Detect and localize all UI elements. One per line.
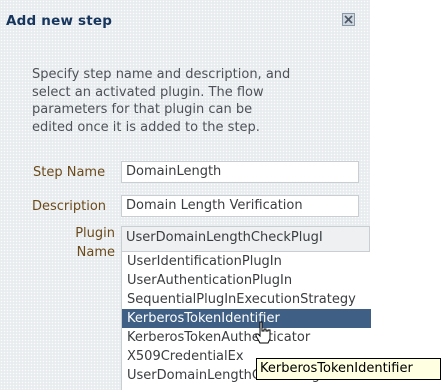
close-icon [344,15,353,24]
step-name-label: Step Name [33,165,106,180]
plugin-option-highlighted[interactable]: KerberosTokenIdentifier [122,309,371,328]
dialog-titlebar: Add new step [0,0,370,36]
plugin-option[interactable]: KerberosTokenAuthenticator [122,328,371,347]
step-name-input[interactable]: DomainLength [121,161,359,183]
description-input[interactable]: Domain Length Verification [121,195,359,217]
plugin-option[interactable]: UserAuthenticationPlugIn [122,271,371,290]
dialog-description: Specify step name and description, and s… [32,67,291,135]
hand-pointer-icon [255,321,271,344]
plugin-option[interactable]: UserIdentificationPlugIn [122,252,371,271]
plugin-name-label-line1: Plugin [75,226,115,241]
description-label: Description [32,199,107,214]
plugin-option[interactable]: SequentialPlugInExecutionStrategy [122,290,371,309]
close-button[interactable] [342,13,355,26]
option-tooltip: KerberosTokenIdentifier [256,358,441,380]
plugin-name-select[interactable]: UserDomainLengthCheckPlugI [121,226,370,252]
plugin-name-label-line2: Name [76,245,115,260]
dialog-title: Add new step [6,13,113,29]
